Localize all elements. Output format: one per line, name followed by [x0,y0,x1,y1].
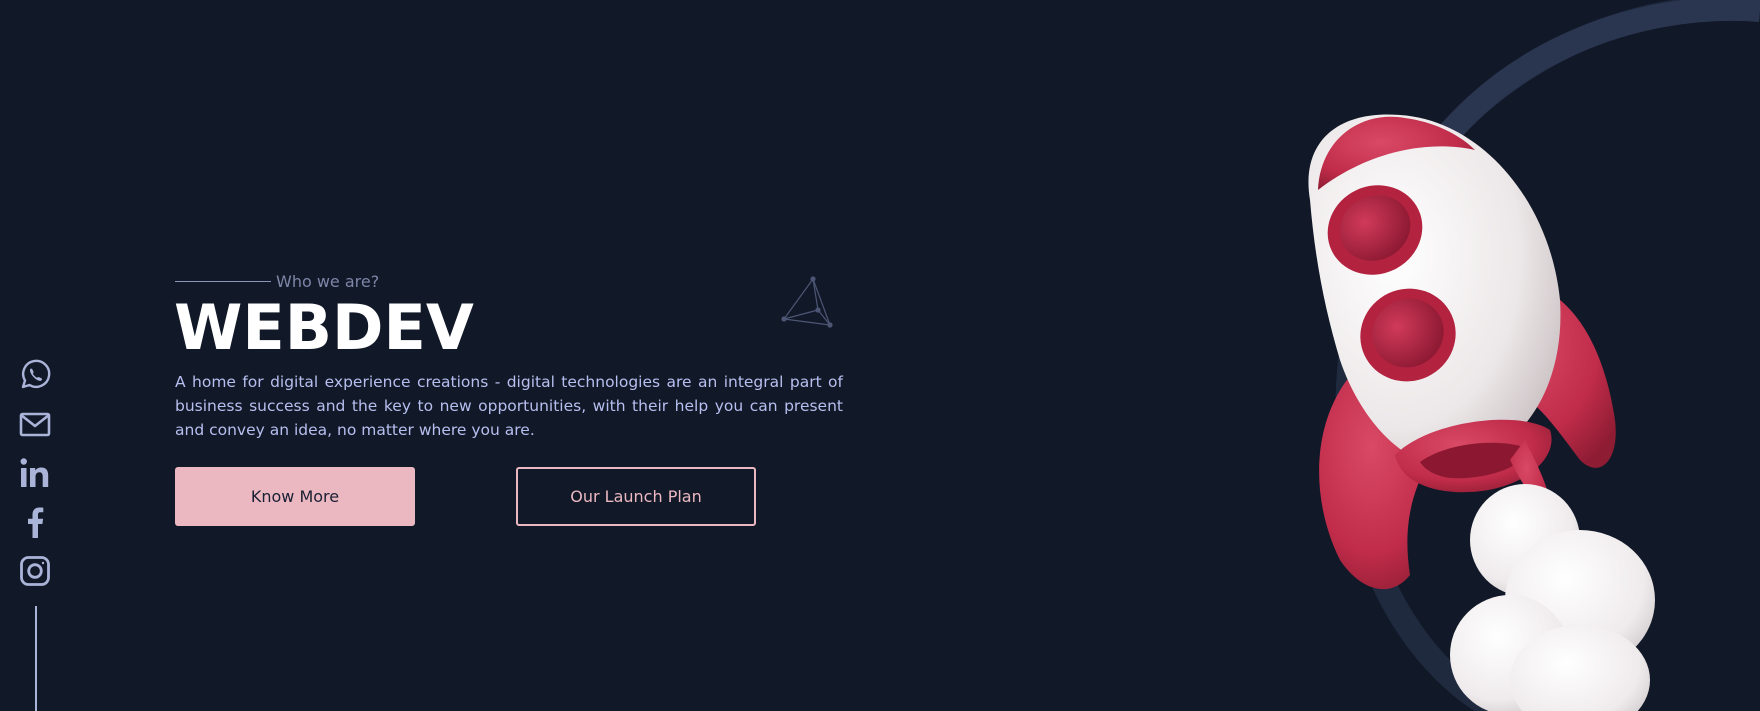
instagram-icon [20,556,50,586]
rocket-illustration [1308,0,1760,711]
whatsapp-link[interactable] [18,358,52,392]
hero-description: A home for digital experience creations … [175,373,843,439]
whatsapp-icon [21,359,51,389]
mail-icon [19,412,51,437]
social-divider-line [35,606,37,711]
linkedin-link[interactable] [18,456,52,490]
eyebrow-line [175,281,271,282]
know-more-button[interactable]: Know More [175,467,415,526]
hero-page: Who we are? WEBDEV A home for digital ex… [0,0,1760,711]
eyebrow: Who we are? [175,272,379,291]
social-sidebar [18,358,52,603]
email-link[interactable] [18,407,52,441]
eyebrow-text: Who we are? [276,272,380,291]
instagram-link[interactable] [18,554,52,588]
pyramid-decoration-icon [781,276,833,328]
facebook-link[interactable] [18,505,52,539]
facebook-icon [28,507,44,538]
linkedin-icon [20,458,49,487]
hero-title: WEBDEV [174,291,474,364]
launch-plan-button[interactable]: Our Launch Plan [516,467,756,526]
